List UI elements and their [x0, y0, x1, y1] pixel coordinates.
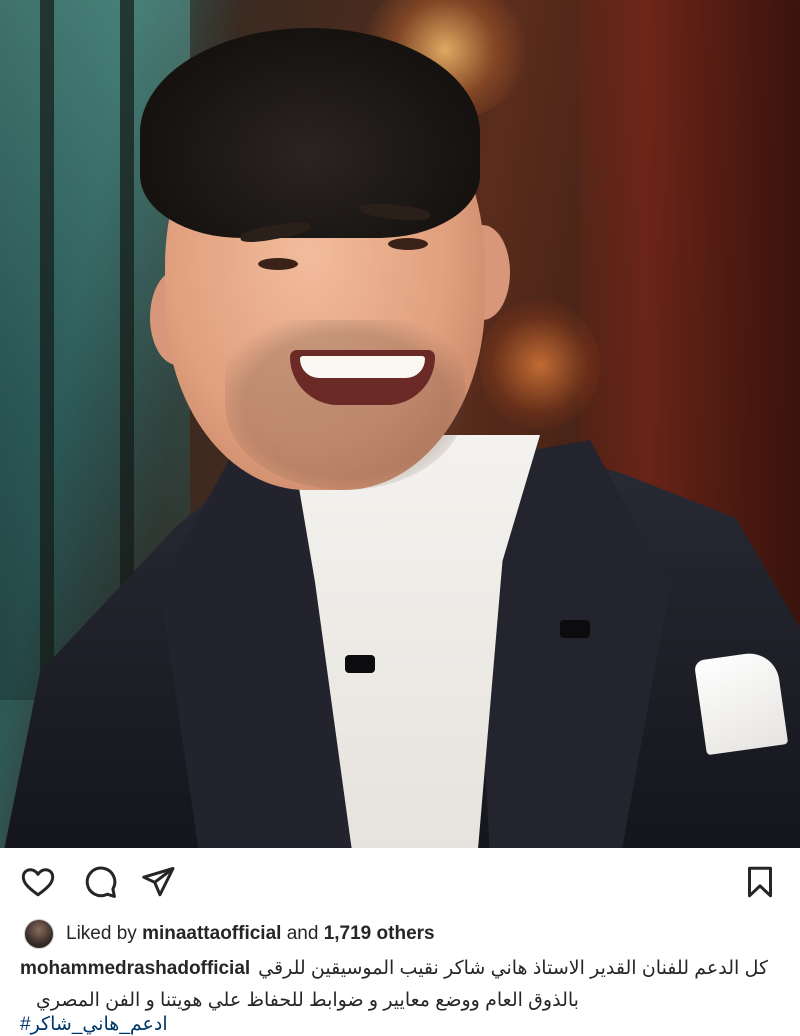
likes-prefix: Liked by [66, 923, 137, 944]
pocket-square [693, 649, 789, 756]
caption-username[interactable]: mohammedrashadofficial [20, 953, 250, 985]
post-photo[interactable] [0, 0, 800, 848]
comment-button[interactable] [82, 864, 118, 900]
comment-bubble-icon [85, 866, 117, 898]
caption-hashtag[interactable]: #ادعم_هاني_شاكر [20, 1014, 168, 1036]
lapel-microphone [345, 655, 375, 673]
caption-line-2: بالذوق العام ووضع معايير و ضوابط للحفاظ … [20, 985, 780, 1017]
window-frame-bar [40, 0, 54, 700]
likes-middle: and [286, 923, 319, 944]
liker-avatar[interactable] [24, 919, 54, 949]
eye [388, 238, 428, 250]
liker-username[interactable]: minaattaofficial [142, 923, 281, 945]
eye [258, 258, 298, 270]
caption-text-2: بالذوق العام ووضع معايير و ضوابط للحفاظ … [36, 990, 579, 1011]
hair [140, 28, 480, 238]
post-caption: mohammedrashadofficial كل الدعم للفنان ا… [20, 953, 780, 1017]
like-button[interactable] [20, 864, 56, 900]
save-button[interactable] [742, 864, 778, 900]
teeth [300, 356, 425, 378]
background-lamp [480, 300, 600, 430]
heart-outline-icon [21, 868, 55, 897]
paper-plane-icon [142, 867, 175, 897]
share-button[interactable] [140, 864, 176, 900]
likes-count[interactable]: 1,719 others [324, 923, 435, 945]
lapel-microphone [560, 620, 590, 638]
smile [290, 350, 435, 405]
beard-stubble [225, 320, 465, 490]
caption-text-1: كل الدعم للفنان القدير الاستاذ هاني شاكر… [258, 958, 769, 979]
caption-line-1: mohammedrashadofficial كل الدعم للفنان ا… [20, 953, 780, 985]
post-action-bar [0, 848, 800, 918]
bookmark-outline-icon [748, 866, 772, 898]
likes-summary[interactable]: Liked by minaattaofficial and 1,719 othe… [24, 918, 435, 950]
